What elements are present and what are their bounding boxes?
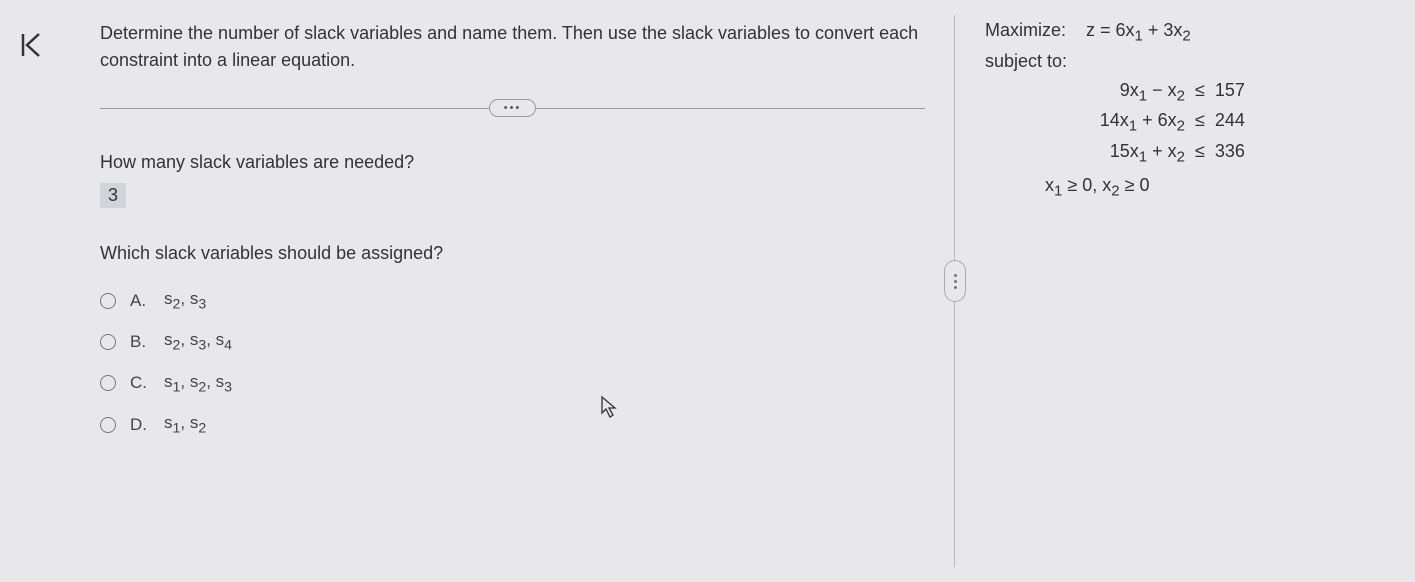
option-letter: C. <box>130 373 154 393</box>
back-button[interactable] <box>0 0 60 582</box>
option-c[interactable]: C. s1, s2, s3 <box>100 372 925 395</box>
subject-to-label: subject to: <box>985 51 1385 72</box>
constraint-3: 15x1 + x2 ≤ 336 <box>1075 141 1385 166</box>
back-arrow-icon <box>15 30 45 60</box>
radio-icon <box>100 417 116 433</box>
question-slack-count: How many slack variables are needed? <box>100 152 925 173</box>
option-text: s1, s2 <box>164 413 206 436</box>
constraint-2: 14x1 + 6x2 ≤ 244 <box>1075 110 1385 135</box>
radio-icon <box>100 375 116 391</box>
slack-count-input[interactable]: 3 <box>100 183 126 208</box>
option-letter: D. <box>130 415 154 435</box>
question-slack-names: Which slack variables should be assigned… <box>100 243 925 264</box>
option-text: s1, s2, s3 <box>164 372 232 395</box>
option-letter: A. <box>130 291 154 311</box>
option-letter: B. <box>130 332 154 352</box>
maximize-label: Maximize: <box>985 20 1066 45</box>
problem-instructions: Determine the number of slack variables … <box>100 20 925 74</box>
constraint-1: 9x1 − x2 ≤ 157 <box>1075 80 1385 105</box>
option-d[interactable]: D. s1, s2 <box>100 413 925 436</box>
expand-button[interactable]: ••• <box>489 99 537 117</box>
problem-data-panel: Maximize: z = 6x1 + 3x2 subject to: 9x1 … <box>955 0 1415 582</box>
objective-function: z = 6x1 + 3x2 <box>1086 20 1191 45</box>
option-text: s2, s3 <box>164 289 206 312</box>
options-group: A. s2, s3 B. s2, s3, s4 C. s1, s2, s3 D.… <box>100 289 925 437</box>
radio-icon <box>100 293 116 309</box>
nonnegativity: x1 ≥ 0, x2 ≥ 0 <box>1045 175 1385 200</box>
divider <box>100 108 489 109</box>
radio-icon <box>100 334 116 350</box>
option-a[interactable]: A. s2, s3 <box>100 289 925 312</box>
option-b[interactable]: B. s2, s3, s4 <box>100 330 925 353</box>
divider <box>536 108 925 109</box>
option-text: s2, s3, s4 <box>164 330 232 353</box>
drag-handle[interactable] <box>944 260 966 302</box>
